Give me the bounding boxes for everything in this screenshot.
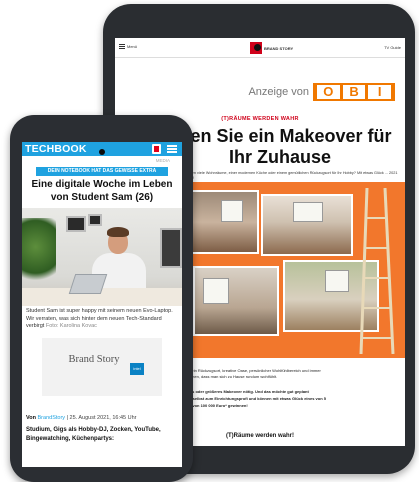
article-paragraph: n im Gesamtwert von 100 000 Euro* gewinn… xyxy=(159,403,248,408)
techbook-logo[interactable]: TECHBOOK xyxy=(25,143,87,155)
room-photo-kitchen xyxy=(261,194,353,256)
article-body: Studium, Gigs als Hobby-DJ, Zocken, YouT… xyxy=(26,427,161,442)
obi-letter: O xyxy=(317,85,340,99)
hero-image xyxy=(163,182,405,358)
article-title: Eine digitale Woche im Leben von Student… xyxy=(31,179,173,203)
tablet-menu-label: Menü xyxy=(127,44,138,49)
tablet-logo-text: BRAND STORY xyxy=(264,45,294,51)
tablet-tv-guide-link[interactable]: TV Guide xyxy=(384,45,401,50)
obi-logo[interactable]: O B I xyxy=(313,83,395,101)
tablet-menu-button[interactable]: Menü xyxy=(119,44,137,49)
ladder-icon xyxy=(359,188,395,354)
photo-caption: Student Sam ist super happy mit seinem n… xyxy=(26,308,180,331)
phone-camera xyxy=(99,149,105,155)
byline: Von BrandStory | 25. August 2021, 16:45 … xyxy=(26,415,180,421)
article-paragraph: achmal ein kleines oder größeres Makeove… xyxy=(159,389,309,394)
plant-decoration xyxy=(22,218,56,290)
photo-credit: Foto: Karolina Kovac xyxy=(45,323,97,329)
hamburger-icon xyxy=(119,44,125,49)
intel-logo: intel xyxy=(130,363,144,375)
category-label[interactable]: MEDIA xyxy=(156,158,170,163)
bild-plus-icon[interactable] xyxy=(152,144,161,154)
article-photo xyxy=(22,208,182,306)
article-paragraph: Sie kennen viele sein Rückzugsort, kreat… xyxy=(159,368,321,373)
article-intro: Sie kennen viele Wohnräume, einer modern… xyxy=(177,171,398,180)
obi-letter: B xyxy=(342,85,366,99)
sponsor-label: Anzeige von xyxy=(248,86,309,98)
laptop-icon xyxy=(68,274,108,294)
brand-story-logo: Brand Story xyxy=(68,354,120,365)
phone-screen: TECHBOOK MEDIA DEIN NOTEBOOK HAT DAS GEW… xyxy=(22,142,182,467)
sponsor-row: Anzeige von O B I xyxy=(115,82,405,102)
byline-prefix: Von xyxy=(26,415,36,421)
article-paragraph: r App werden Sie selbst zum Einrichtungs… xyxy=(159,396,326,401)
sponsored-badge: DEIN NOTEBOOK HAT DAS GEWISSE EXTRA xyxy=(36,167,168,176)
phone-device: TECHBOOK MEDIA DEIN NOTEBOOK HAT DAS GEW… xyxy=(10,115,193,482)
byline-date: | 25. August 2021, 16:45 Uhr xyxy=(66,415,137,421)
room-photo-bedroom xyxy=(193,266,279,336)
article-paragraph: Zuhause verwirklichen, dass man sich zu … xyxy=(159,374,278,379)
hamburger-icon[interactable] xyxy=(167,145,177,153)
obi-letter: I xyxy=(368,85,392,99)
byline-author-link[interactable]: BrandStory xyxy=(38,415,66,421)
tablet-camera xyxy=(254,44,261,51)
brand-story-box xyxy=(42,338,162,396)
